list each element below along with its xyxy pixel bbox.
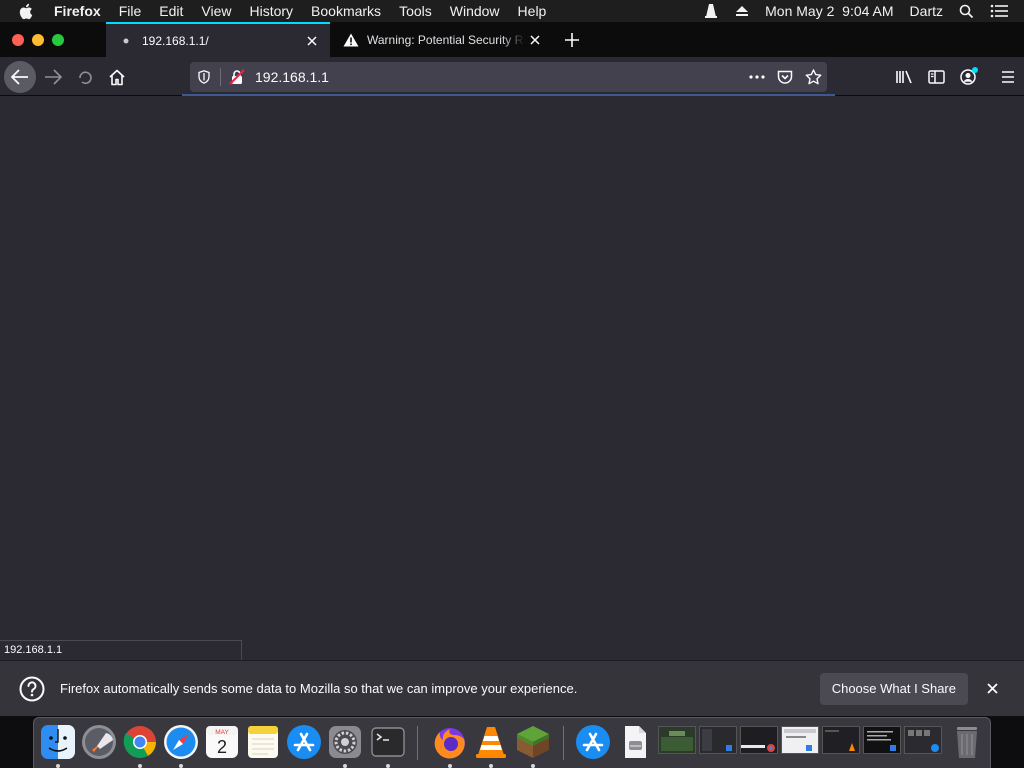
tab-security-warning[interactable]: Warning: Potential Security Risk Ahead [331,22,553,57]
menu-edit[interactable]: Edit [159,3,183,19]
menu-tools[interactable]: Tools [399,3,432,19]
address-bar[interactable]: 192.168.1.1 [190,62,827,92]
page-actions-ellipsis-icon[interactable] [743,63,771,91]
running-indicator [386,764,390,768]
chrome-icon[interactable] [121,723,159,768]
tab-strip: 192.168.1.1/ Warning: Potential Security… [0,22,1024,57]
urlbar-separator [220,68,221,86]
notification-center-icon[interactable] [990,4,1008,18]
menubar-user[interactable]: Dartz [910,3,943,19]
finder-icon[interactable] [39,723,77,768]
navigation-toolbar: 192.168.1.1 [0,57,1024,96]
choose-what-i-share-button[interactable]: Choose What I Share [819,672,968,705]
calendar-month: MAY [215,729,229,736]
firefox-icon[interactable] [431,723,469,768]
trash-icon[interactable] [948,723,986,761]
window-zoom-button[interactable] [52,34,64,46]
minimized-window-thumbnail[interactable] [781,726,819,754]
dock: MAY 2 [33,717,991,768]
account-icon[interactable] [952,61,984,93]
running-indicator [138,764,142,768]
tab-close-icon[interactable] [525,30,545,50]
app-menu-firefox[interactable]: Firefox [54,3,101,19]
dock-separator [417,726,418,760]
home-icon[interactable] [101,61,133,93]
safari-compass-icon[interactable] [162,723,200,768]
running-indicator [179,764,183,768]
eject-icon[interactable] [735,5,749,17]
back-arrow-icon[interactable] [4,61,36,93]
launchpad-rocket-icon[interactable] [80,723,118,761]
link-status-popup: 192.168.1.1 [0,640,242,660]
notification-message: Firefox automatically sends some data to… [60,681,578,696]
menu-help[interactable]: Help [518,3,547,19]
document-icon[interactable] [616,723,654,761]
minimized-window-thumbnail[interactable] [863,726,901,754]
window-minimize-button[interactable] [32,34,44,46]
system-preferences-gear-icon[interactable] [326,723,364,768]
notes-icon[interactable] [244,723,282,761]
tab-close-icon[interactable] [302,31,322,51]
spotlight-search-icon[interactable] [959,4,974,19]
forward-arrow-icon[interactable] [37,61,69,93]
running-indicator [448,764,452,768]
running-indicator [56,764,60,768]
data-reporting-notification-bar: Firefox automatically sends some data to… [0,660,1024,716]
tab-active[interactable]: 192.168.1.1/ [106,22,330,57]
tab-title: Warning: Potential Security Risk Ahead [367,32,525,47]
menu-history[interactable]: History [249,3,293,19]
calendar-day: 2 [217,737,227,757]
loading-dot-icon [118,33,134,49]
library-icon[interactable] [888,61,920,93]
window-close-button[interactable] [12,34,24,46]
vlc-cone-icon[interactable] [472,723,510,768]
app-store-icon[interactable] [285,723,323,761]
notification-close-icon[interactable] [980,677,1004,701]
apple-menu-icon[interactable] [18,3,40,20]
menu-bookmarks[interactable]: Bookmarks [311,3,381,19]
minimized-window-thumbnail[interactable] [658,726,696,754]
reload-icon[interactable] [69,61,101,93]
running-indicator [531,764,535,768]
minimized-window-thumbnail[interactable] [822,726,860,754]
menu-view[interactable]: View [201,3,231,19]
minecraft-grass-block-icon[interactable] [514,723,552,768]
warning-icon [343,32,359,48]
new-tab-plus-icon[interactable] [560,29,584,51]
menu-bar: Firefox File Edit View History Bookmarks… [0,0,1024,22]
running-indicator [489,764,493,768]
bookmark-star-icon[interactable] [799,63,827,91]
dock-separator [563,726,564,760]
minimized-window-thumbnail[interactable] [904,726,942,754]
calendar-icon[interactable]: MAY 2 [203,723,241,761]
window-controls [12,34,64,46]
menubar-clock[interactable]: Mon May 2 9:04 AM [765,3,893,19]
tracking-protection-shield-icon[interactable] [190,63,218,91]
hamburger-menu-icon[interactable] [992,61,1024,93]
tab-title: 192.168.1.1/ [142,33,209,48]
downloads-app-store-icon[interactable] [574,723,612,761]
menu-window[interactable]: Window [450,3,500,19]
account-notification-dot [972,67,978,73]
minimized-window-thumbnail[interactable] [699,726,737,754]
pocket-icon[interactable] [771,63,799,91]
sidebar-toggle-icon[interactable] [920,61,952,93]
running-indicator [343,764,347,768]
vlc-status-icon[interactable] [703,3,719,19]
minimized-window-thumbnail[interactable] [740,726,778,754]
insecure-lock-icon[interactable] [223,63,251,91]
url-input[interactable]: 192.168.1.1 [255,69,743,85]
menu-file[interactable]: File [119,3,142,19]
terminal-icon[interactable] [369,723,407,768]
page-content-area[interactable] [0,96,1024,660]
question-circle-icon [18,675,46,703]
